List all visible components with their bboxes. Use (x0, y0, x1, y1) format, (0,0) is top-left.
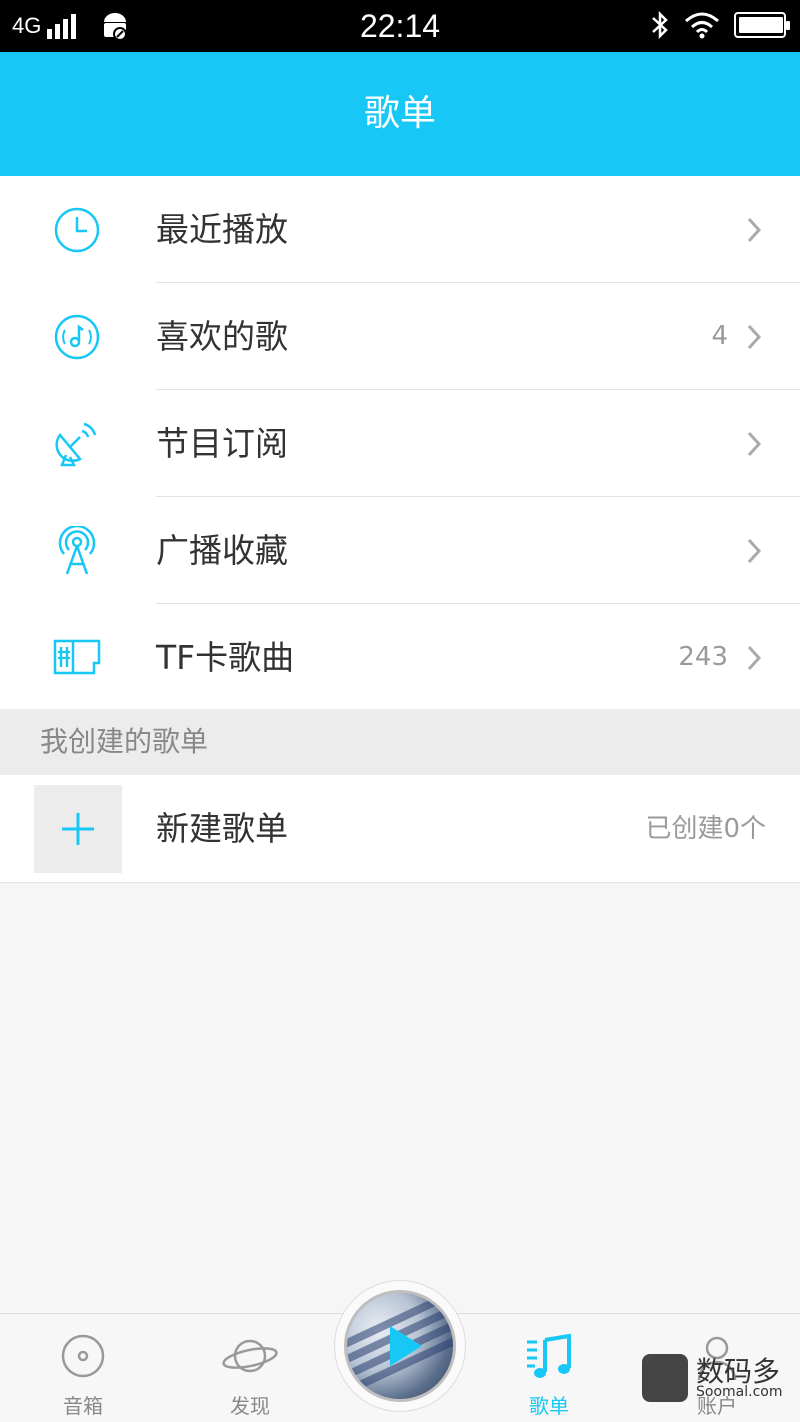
tab-discover[interactable]: 发现 (195, 1314, 305, 1422)
status-bar: 4G 22:14 (0, 0, 800, 52)
music-disc-icon (54, 314, 100, 360)
tab-speaker[interactable]: 音箱 (28, 1314, 138, 1422)
menu-item-label: 喜欢的歌 (156, 317, 288, 356)
status-right (650, 10, 790, 40)
sd-card-icon (53, 639, 101, 675)
my-playlists-header: 我创建的歌单 (0, 709, 800, 775)
menu-item-tf-card[interactable]: TF卡歌曲 243 (0, 604, 800, 711)
empty-area (0, 883, 800, 1313)
chevron-right-icon (747, 645, 762, 671)
menu-item-radio[interactable]: 广播收藏 (0, 497, 800, 604)
battery-icon (734, 12, 790, 38)
clock-icon (54, 207, 100, 253)
watermark-subtitle: Soomal.com (696, 1384, 783, 1400)
satellite-dish-icon (55, 422, 97, 467)
plus-icon (62, 813, 94, 845)
page-title: 歌单 (363, 93, 436, 134)
chevron-right-icon (747, 431, 762, 457)
chevron-right-icon (747, 217, 762, 243)
playlist-menu: 最近播放 喜欢的歌 4 节目订阅 广播收藏 TF卡歌曲 243 (0, 176, 800, 711)
menu-item-label: 最近播放 (156, 210, 288, 249)
song-count: 243 (678, 642, 728, 672)
play-icon[interactable] (388, 1324, 424, 1368)
menu-item-label: TF卡歌曲 (156, 638, 295, 677)
tab-label: 音箱 (63, 1394, 103, 1418)
planet-icon (222, 1339, 278, 1373)
new-playlist-row[interactable]: 新建歌单 已创建0个 (0, 775, 800, 883)
playlist-icon (527, 1333, 571, 1378)
created-count: 已创建0个 (645, 814, 766, 844)
tab-playlist[interactable]: 歌单 (494, 1314, 604, 1422)
speaker-icon (61, 1334, 105, 1378)
watermark-logo (642, 1354, 688, 1402)
new-playlist-label: 新建歌单 (156, 809, 288, 848)
tab-label: 歌单 (529, 1394, 569, 1418)
chevron-right-icon (747, 324, 762, 350)
tab-label: 发现 (230, 1394, 270, 1418)
app-header: 歌单 (0, 52, 800, 176)
menu-item-recent[interactable]: 最近播放 (0, 176, 800, 283)
add-playlist-button[interactable] (34, 785, 122, 873)
menu-item-subscriptions[interactable]: 节目订阅 (0, 390, 800, 497)
chevron-right-icon (747, 538, 762, 564)
radio-tower-icon (58, 526, 96, 575)
section-title: 我创建的歌单 (40, 725, 209, 758)
menu-item-favorites[interactable]: 喜欢的歌 4 (0, 283, 800, 390)
watermark: 数码多 Soomal.com (640, 1350, 790, 1410)
wifi-icon (685, 12, 719, 39)
menu-item-label: 广播收藏 (156, 531, 288, 570)
song-count: 4 (711, 321, 728, 351)
menu-item-label: 节目订阅 (156, 424, 288, 463)
bluetooth-icon (652, 10, 668, 40)
